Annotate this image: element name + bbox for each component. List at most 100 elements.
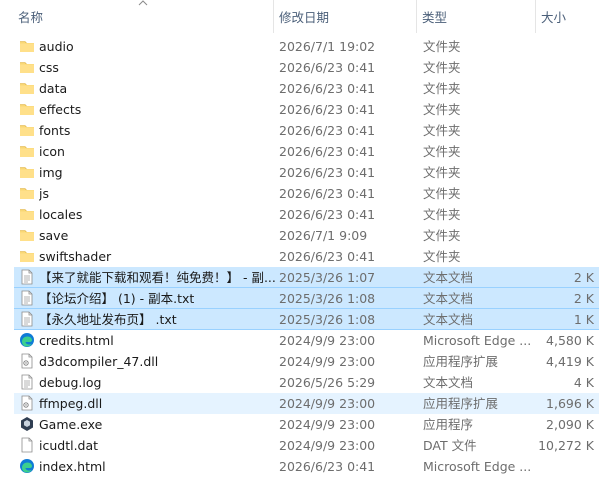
folder-icon [19, 122, 35, 138]
file-type: 文本文档 [423, 291, 474, 306]
file-modified-date: 2025/3/26 1:08 [279, 312, 376, 327]
file-modified-date: 2024/9/9 23:00 [279, 438, 376, 453]
file-type: 文本文档 [423, 270, 474, 285]
text-file-icon [19, 311, 35, 327]
column-header-size[interactable]: 大小 [537, 0, 599, 33]
file-size [538, 246, 594, 267]
file-name: 【论坛介绍】 (1) - 副本.txt [39, 291, 195, 306]
file-size [538, 225, 594, 246]
file-row[interactable]: debug.log 2026/5/26 5:29 文本文档 4 K [14, 372, 599, 393]
file-modified-date: 2026/6/23 0:41 [279, 102, 376, 117]
file-row[interactable]: fonts 2026/6/23 0:41 文件夹 [14, 120, 599, 141]
file-type: 文件夹 [423, 144, 461, 159]
file-size: 2,090 K [546, 417, 594, 432]
file-name: Game.exe [39, 417, 103, 432]
file-row[interactable]: audio 2026/7/1 19:02 文件夹 [14, 36, 599, 57]
file-row[interactable]: effects 2026/6/23 0:41 文件夹 [14, 99, 599, 120]
file-size [538, 141, 594, 162]
file-size [538, 78, 594, 99]
file-size [538, 162, 594, 183]
edge-icon [19, 458, 35, 474]
file-modified-date: 2026/6/23 0:41 [279, 207, 376, 222]
file-name: 【永久地址发布页】 .txt [39, 312, 177, 327]
folder-icon [19, 248, 35, 264]
file-name: img [39, 165, 63, 180]
file-size: 4,580 K [546, 333, 594, 348]
file-size [538, 204, 594, 225]
file-size [538, 99, 594, 120]
file-type: 文件夹 [423, 81, 461, 96]
file-size: 1,696 K [546, 396, 594, 411]
folder-icon [19, 185, 35, 201]
file-modified-date: 2025/3/26 1:07 [279, 270, 376, 285]
file-size [538, 183, 594, 204]
file-modified-date: 2026/6/23 0:41 [279, 186, 376, 201]
game-exe-icon [19, 416, 35, 432]
column-divider[interactable] [416, 0, 417, 33]
file-row[interactable]: swiftshader 2026/6/23 0:41 文件夹 [14, 246, 599, 267]
file-type: 文本文档 [423, 375, 474, 390]
file-modified-date: 2026/6/23 0:41 [279, 60, 376, 75]
file-row[interactable]: js 2026/6/23 0:41 文件夹 [14, 183, 599, 204]
file-type: DAT 文件 [423, 438, 477, 453]
folder-icon [19, 143, 35, 159]
file-modified-date: 2026/7/1 19:02 [279, 39, 376, 54]
column-divider[interactable] [273, 0, 274, 33]
file-name: audio [39, 39, 74, 54]
file-row[interactable]: icudtl.dat 2024/9/9 23:00 DAT 文件 10,272 K [14, 435, 599, 456]
file-type: 应用程序 [423, 417, 474, 432]
file-type: 文件夹 [423, 228, 461, 243]
folder-icon [19, 80, 35, 96]
file-type: 文件夹 [423, 123, 461, 138]
file-name: ffmpeg.dll [39, 396, 103, 411]
folder-icon [19, 101, 35, 117]
folder-icon [19, 59, 35, 75]
column-header-bar: 名称 修改日期 类型 大小 [0, 0, 599, 33]
file-row[interactable]: icon 2026/6/23 0:41 文件夹 [14, 141, 599, 162]
file-name: locales [39, 207, 83, 222]
file-row[interactable]: img 2026/6/23 0:41 文件夹 [14, 162, 599, 183]
text-file-icon [19, 269, 35, 285]
file-size [538, 57, 594, 78]
file-name: effects [39, 102, 82, 117]
text-file-icon [19, 290, 35, 306]
file-modified-date: 2026/6/23 0:41 [279, 144, 376, 159]
file-row[interactable]: 【永久地址发布页】 .txt 2025/3/26 1:08 文本文档 1 K [14, 309, 599, 330]
file-name: save [39, 228, 69, 243]
file-row[interactable]: credits.html 2024/9/9 23:00 Microsoft Edge… [14, 330, 599, 351]
file-name: js [39, 186, 49, 201]
sort-ascending-icon [138, 0, 148, 6]
file-row[interactable]: css 2026/6/23 0:41 文件夹 [14, 57, 599, 78]
file-modified-date: 2024/9/9 23:00 [279, 354, 376, 369]
file-type: 文件夹 [423, 102, 461, 117]
blank-file-icon [19, 437, 35, 453]
column-header-date[interactable]: 修改日期 [275, 0, 415, 33]
dll-file-icon [19, 353, 35, 369]
file-size: 10,272 K [538, 438, 594, 453]
file-row[interactable]: ffmpeg.dll 2024/9/9 23:00 应用程序扩展 1,696 K [14, 393, 599, 414]
file-size [538, 120, 594, 141]
file-type: 文件夹 [423, 60, 461, 75]
file-row[interactable]: 【来了就能下载和观看！纯免费！】 - 副... 2025/3/26 1:07 文本文… [14, 267, 599, 288]
file-name: d3dcompiler_47.dll [39, 354, 159, 369]
file-row[interactable]: data 2026/6/23 0:41 文件夹 [14, 78, 599, 99]
file-modified-date: 2024/9/9 23:00 [279, 417, 376, 432]
file-modified-date: 2024/9/9 23:00 [279, 333, 376, 348]
text-file-icon [19, 374, 35, 390]
file-modified-date: 2026/6/23 0:41 [279, 81, 376, 96]
column-divider[interactable] [535, 0, 536, 33]
file-type: 文件夹 [423, 186, 461, 201]
column-header-type[interactable]: 类型 [418, 0, 533, 33]
file-row[interactable]: d3dcompiler_47.dll 2024/9/9 23:00 应用程序扩展 4,… [14, 351, 599, 372]
file-size: 4 K [573, 375, 594, 390]
file-type: 应用程序扩展 [423, 396, 499, 411]
file-modified-date: 2026/6/23 0:41 [279, 165, 376, 180]
file-row[interactable]: locales 2026/6/23 0:41 文件夹 [14, 204, 599, 225]
file-row[interactable]: save 2026/7/1 9:09 文件夹 [14, 225, 599, 246]
file-type: Microsoft Edge ... [423, 333, 532, 348]
file-type: 文件夹 [423, 249, 461, 264]
dll-file-icon [19, 395, 35, 411]
file-row[interactable]: Game.exe 2024/9/9 23:00 应用程序 2,090 K [14, 414, 599, 435]
folder-icon [19, 164, 35, 180]
file-row[interactable]: 【论坛介绍】 (1) - 副本.txt 2025/3/26 1:08 文本文档 2 K [14, 288, 599, 309]
